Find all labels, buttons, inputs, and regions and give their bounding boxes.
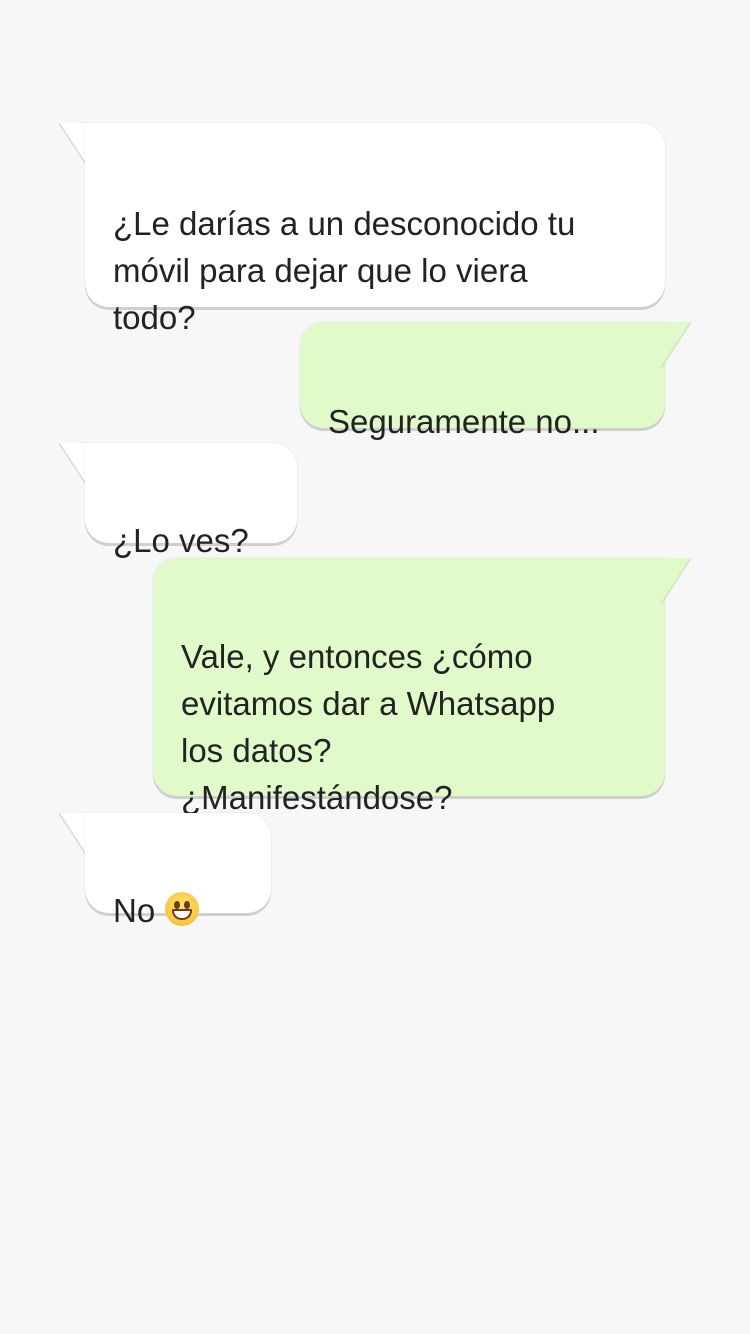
message-bubble: ¿Lo ves?: [85, 443, 297, 559]
message-outgoing: Seguramente no...: [300, 322, 691, 440]
bubble-tail-icon: [661, 322, 691, 369]
message-text: ¿Lo ves?: [113, 522, 249, 559]
message-incoming: ¿Lo ves?: [59, 443, 297, 559]
message-incoming: ¿Le darías a un desconocido tu móvil par…: [59, 123, 665, 336]
grinning-face-icon: [165, 892, 200, 926]
message-text: Vale, y entonces ¿cómo evitamos dar a Wh…: [181, 638, 556, 816]
message-text: ¿Le darías a un desconocido tu móvil par…: [113, 205, 576, 336]
message-bubble: No: [85, 813, 271, 929]
message-text: Seguramente no...: [328, 403, 600, 440]
bubble-tail-icon: [661, 558, 691, 605]
message-bubble: ¿Le darías a un desconocido tu móvil par…: [85, 123, 665, 336]
message-outgoing: Vale, y entonces ¿cómo evitamos dar a Wh…: [153, 558, 691, 816]
chat-thread: ¿Le darías a un desconocido tu móvil par…: [0, 0, 750, 1334]
message-bubble: Seguramente no...: [300, 322, 665, 440]
message-incoming: No: [59, 813, 271, 929]
message-bubble: Vale, y entonces ¿cómo evitamos dar a Wh…: [153, 558, 665, 816]
message-text: No: [113, 892, 156, 929]
